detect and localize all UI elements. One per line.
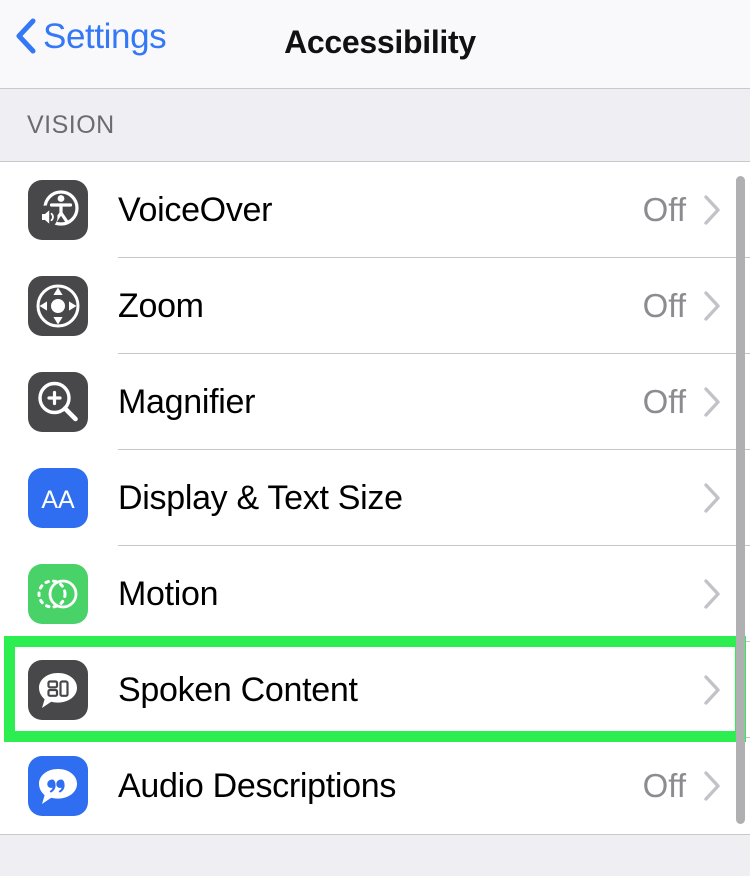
list-item-value: Off (642, 767, 686, 804)
vertical-scrollbar[interactable] (736, 176, 745, 824)
page-title: Accessibility (284, 24, 476, 60)
svg-text:AA: AA (41, 486, 75, 514)
section-header-vision: VISION (0, 89, 750, 162)
list-item-label: Spoken Content (118, 670, 358, 709)
spoken-content-icon (28, 660, 88, 720)
bottom-background (0, 835, 750, 875)
list-item-label: Zoom (118, 286, 204, 325)
magnifier-icon (28, 372, 88, 432)
settings-list: VoiceOver Off Zoom Off Magnifier Off AA … (0, 162, 750, 834)
navigation-bar: Settings Accessibility (0, 0, 750, 89)
chevron-right-icon (704, 579, 720, 609)
list-item-label: Audio Descriptions (118, 766, 397, 805)
motion-icon (28, 564, 88, 624)
list-item-label: Magnifier (118, 382, 256, 421)
list-item-motion[interactable]: Motion (0, 546, 750, 642)
chevron-right-icon (704, 483, 720, 513)
list-item-label: VoiceOver (118, 190, 273, 229)
list-item-display-and-text-size[interactable]: AA Display & Text Size (0, 450, 750, 546)
list-item-value: Off (642, 383, 686, 420)
chevron-right-icon (704, 195, 720, 225)
list-item-audio-descriptions[interactable]: Audio Descriptions Off (0, 738, 750, 834)
list-item-label: Display & Text Size (118, 478, 403, 517)
list-item-magnifier[interactable]: Magnifier Off (0, 354, 750, 450)
audio-descriptions-icon (28, 756, 88, 816)
chevron-right-icon (704, 387, 720, 417)
display-text-size-icon: AA (28, 468, 88, 528)
chevron-right-icon (704, 291, 720, 321)
list-item-zoom[interactable]: Zoom Off (0, 258, 750, 354)
list-item-spoken-content[interactable]: Spoken Content (0, 642, 750, 738)
zoom-icon (28, 276, 88, 336)
voiceover-icon (28, 180, 88, 240)
chevron-right-icon (704, 771, 720, 801)
accessibility-settings-screen: Settings Accessibility VISION VoiceOver (0, 0, 750, 876)
list-item-label: Motion (118, 574, 219, 613)
section-header-label: VISION (27, 110, 115, 139)
list-item-value: Off (642, 287, 686, 324)
chevron-right-icon (704, 675, 720, 705)
list-item-value: Off (642, 191, 686, 228)
list-item-voiceover[interactable]: VoiceOver Off (0, 162, 750, 258)
